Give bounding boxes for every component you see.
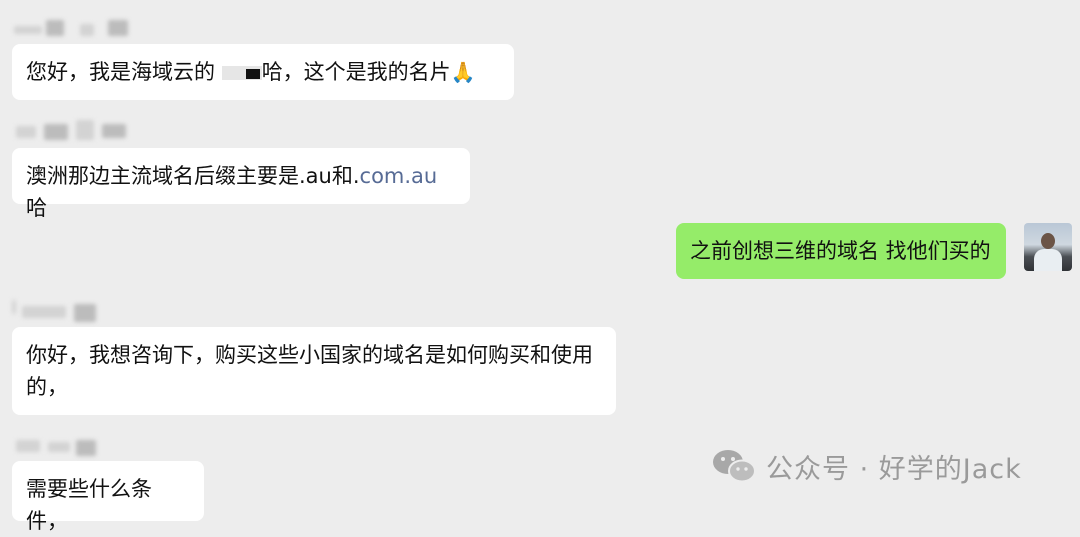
official-account-watermark: 公众号 · 好学的Jack xyxy=(712,446,1022,486)
watermark-text: 公众号 · 好学的Jack xyxy=(766,453,1022,485)
message-text-line-1: 你好，我想咨询下，购买这些小国家的域名是如何购买和使用 xyxy=(26,343,593,367)
user-avatar[interactable] xyxy=(1024,223,1072,271)
message-bubble-4[interactable]: 你好，我想咨询下，购买这些小国家的域名是如何购买和使用 的， xyxy=(12,327,616,415)
message-text: 之前创想三维的域名 找他们买的 xyxy=(690,239,991,263)
message-bubble-3[interactable]: 之前创想三维的域名 找他们买的 xyxy=(676,223,1006,279)
message-text-line-2: 的， xyxy=(26,375,68,399)
message-bubble-2[interactable]: 澳洲那边主流域名后缀主要是.au和.com.au 哈 xyxy=(12,148,470,220)
redacted-name xyxy=(221,66,262,80)
message-text: 哈 xyxy=(26,196,47,220)
message-text: 需要些什么条件， xyxy=(26,477,152,533)
wechat-icon xyxy=(712,448,756,484)
message-bubble-5[interactable]: 需要些什么条件， xyxy=(12,461,204,533)
message-text: 澳洲那边主流域名后缀主要是.au和. xyxy=(26,164,360,188)
pray-emoji-icon: 🙏 xyxy=(450,60,476,84)
message-bubble-1[interactable]: 您好，我是海域云的 哈，这个是我的名片🙏 xyxy=(12,44,514,100)
message-text: 哈，这个是我的名片 xyxy=(261,60,451,84)
message-text: 您好，我是海域云的 xyxy=(26,60,222,84)
domain-link[interactable]: com.au xyxy=(360,164,438,188)
